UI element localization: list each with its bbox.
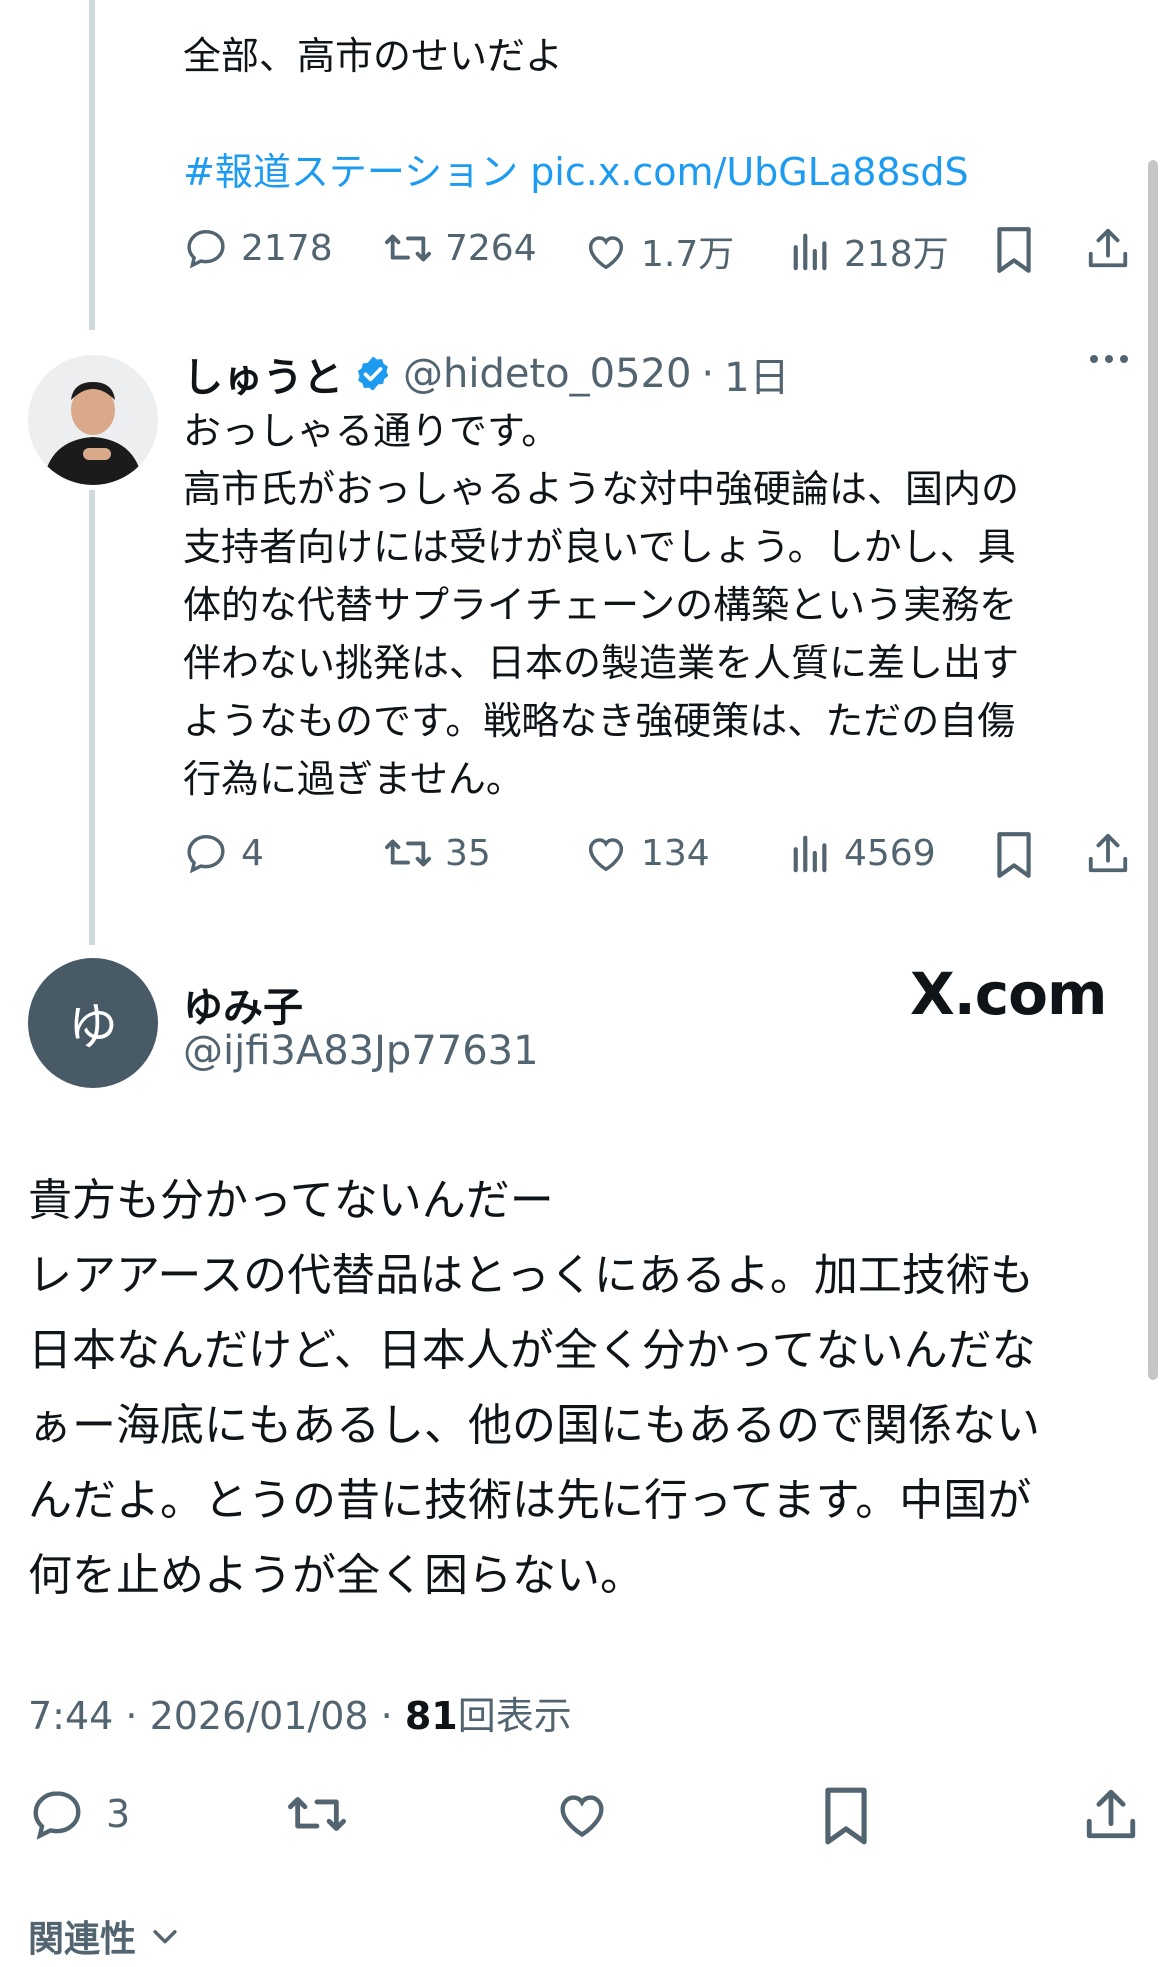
- reply-count: 4: [241, 832, 264, 874]
- bookmark-icon: [825, 1787, 867, 1845]
- bookmark-button[interactable]: [993, 225, 1035, 275]
- retweet-button[interactable]: [285, 1785, 349, 1843]
- tweet-timestamp[interactable]: 7:44 · 2026/01/08 ·: [28, 1694, 405, 1738]
- text-line: ぁー海底にもあるし、他の国にもあるので関係ない: [28, 1400, 1040, 1451]
- text-line: 貴方も分かってないんだー: [28, 1175, 554, 1226]
- text-line: 日本なんだけど、日本人が全く分かってないんだな: [28, 1325, 1036, 1376]
- scrollbar[interactable]: [1148, 160, 1158, 1380]
- thread-line-middle: [89, 490, 95, 945]
- retweet-count: 7264: [445, 227, 537, 269]
- media-link[interactable]: pic.x.com/UbGLa88sdS: [530, 150, 968, 194]
- parent-tweet-links: #報道ステーション pic.x.com/UbGLa88sdS: [183, 143, 969, 201]
- tweet-meta: 7:44 · 2026/01/08 · 81回表示: [28, 1685, 572, 1740]
- reply-button[interactable]: 4: [183, 830, 264, 876]
- reply-header: しゅうと @hideto_0520 · 1日: [183, 345, 790, 403]
- bookmark-button[interactable]: [993, 830, 1035, 880]
- avatar-yumiko[interactable]: ゆ: [28, 958, 158, 1088]
- share-icon: [1086, 1789, 1136, 1839]
- text-line: 支持者向けには受けが良いでしょう。しかし、具: [183, 525, 1016, 569]
- views-button[interactable]: 4569: [790, 830, 936, 876]
- share-button[interactable]: [1082, 1785, 1140, 1843]
- retweet-count: 35: [445, 832, 491, 874]
- x-com-watermark: X.com: [910, 960, 1107, 1028]
- text-line: レアアースの代替品はとっくにあるよ。加工技術も: [28, 1250, 1034, 1301]
- hashtag-link[interactable]: #報道ステーション: [183, 150, 518, 194]
- verified-badge-icon: [357, 356, 389, 391]
- tweet-time[interactable]: 1日: [724, 345, 789, 403]
- like-count: 1.7万: [641, 234, 735, 275]
- parent-tweet-text: 全部、高市のせいだよ: [183, 34, 564, 78]
- text-line: 何を止めようが全く困らない。: [28, 1550, 644, 1601]
- views-count: 218万: [844, 234, 949, 275]
- retweet-button[interactable]: 7264: [383, 225, 537, 271]
- text-line: 行為に過ぎません。: [183, 757, 524, 801]
- text-line: おっしゃる通りです。: [183, 409, 560, 453]
- chevron-down-icon: [153, 1930, 177, 1944]
- reply-button[interactable]: 3: [28, 1785, 130, 1843]
- sort-selector[interactable]: 関連性: [28, 1910, 182, 1962]
- more-icon[interactable]: [1090, 355, 1128, 363]
- share-button[interactable]: [1085, 225, 1131, 271]
- views-icon: [793, 233, 827, 271]
- text-line: んだよ。とうの昔に技術は先に行ってます。中国が: [28, 1475, 1032, 1526]
- text-line: ようなものです。戦略なき強硬策は、ただの自傷: [183, 699, 1016, 743]
- reply-tweet-text: おっしゃる通りです。 高市氏がおっしゃるような対中強硬論は、国内の 支持者向けに…: [183, 402, 1019, 808]
- author-name[interactable]: ゆみ子: [183, 975, 303, 1033]
- text-line: 高市氏がおっしゃるような対中強硬論は、国内の: [183, 467, 1020, 511]
- retweet-icon: [287, 1797, 346, 1831]
- author-handle[interactable]: @ijfi3A83Jp77631: [183, 1028, 539, 1074]
- bookmark-button[interactable]: [820, 1785, 872, 1847]
- reply-icon: [33, 1791, 81, 1840]
- views-label: 回表示: [457, 1694, 572, 1738]
- sort-label: 関連性: [28, 1919, 137, 1960]
- like-button[interactable]: 134: [583, 830, 710, 876]
- reply-icon: [187, 229, 225, 269]
- views-button[interactable]: 218万: [790, 225, 949, 277]
- share-icon: [1088, 833, 1128, 873]
- like-icon: [560, 1795, 604, 1838]
- main-tweet-text: 貴方も分かってないんだー レアアースの代替品はとっくにあるよ。加工技術も 日本な…: [28, 1163, 1040, 1613]
- views-count: 81: [404, 1694, 458, 1738]
- author-handle[interactable]: @hideto_0520: [403, 351, 691, 397]
- retweet-icon: [384, 234, 431, 262]
- thread-line-top: [89, 0, 95, 330]
- text-line: 伴わない挑発は、日本の製造業を人質に差し出す: [183, 641, 1020, 685]
- avatar-initial: ゆ: [68, 998, 118, 1056]
- like-icon: [588, 838, 624, 872]
- share-icon: [1088, 228, 1128, 268]
- reply-count: 3: [106, 1792, 131, 1836]
- like-count: 134: [641, 832, 710, 874]
- like-button[interactable]: [553, 1785, 611, 1843]
- views-icon: [793, 835, 827, 873]
- text-line: 体的な代替サプライチェーンの構築という実務を: [183, 583, 1018, 627]
- views-count: 4569: [844, 832, 936, 874]
- separator: ·: [701, 351, 715, 397]
- share-button[interactable]: [1085, 830, 1131, 876]
- bookmark-icon: [997, 832, 1031, 878]
- retweet-button[interactable]: 35: [383, 830, 491, 876]
- reply-icon: [187, 834, 225, 874]
- bookmark-icon: [997, 227, 1031, 273]
- like-button[interactable]: 1.7万: [583, 225, 734, 277]
- reply-button[interactable]: 2178: [183, 225, 333, 271]
- reply-count: 2178: [241, 227, 333, 269]
- author-name[interactable]: しゅうと: [183, 345, 343, 403]
- retweet-icon: [384, 839, 431, 867]
- avatar-shuto[interactable]: [28, 355, 158, 485]
- like-icon: [588, 236, 624, 270]
